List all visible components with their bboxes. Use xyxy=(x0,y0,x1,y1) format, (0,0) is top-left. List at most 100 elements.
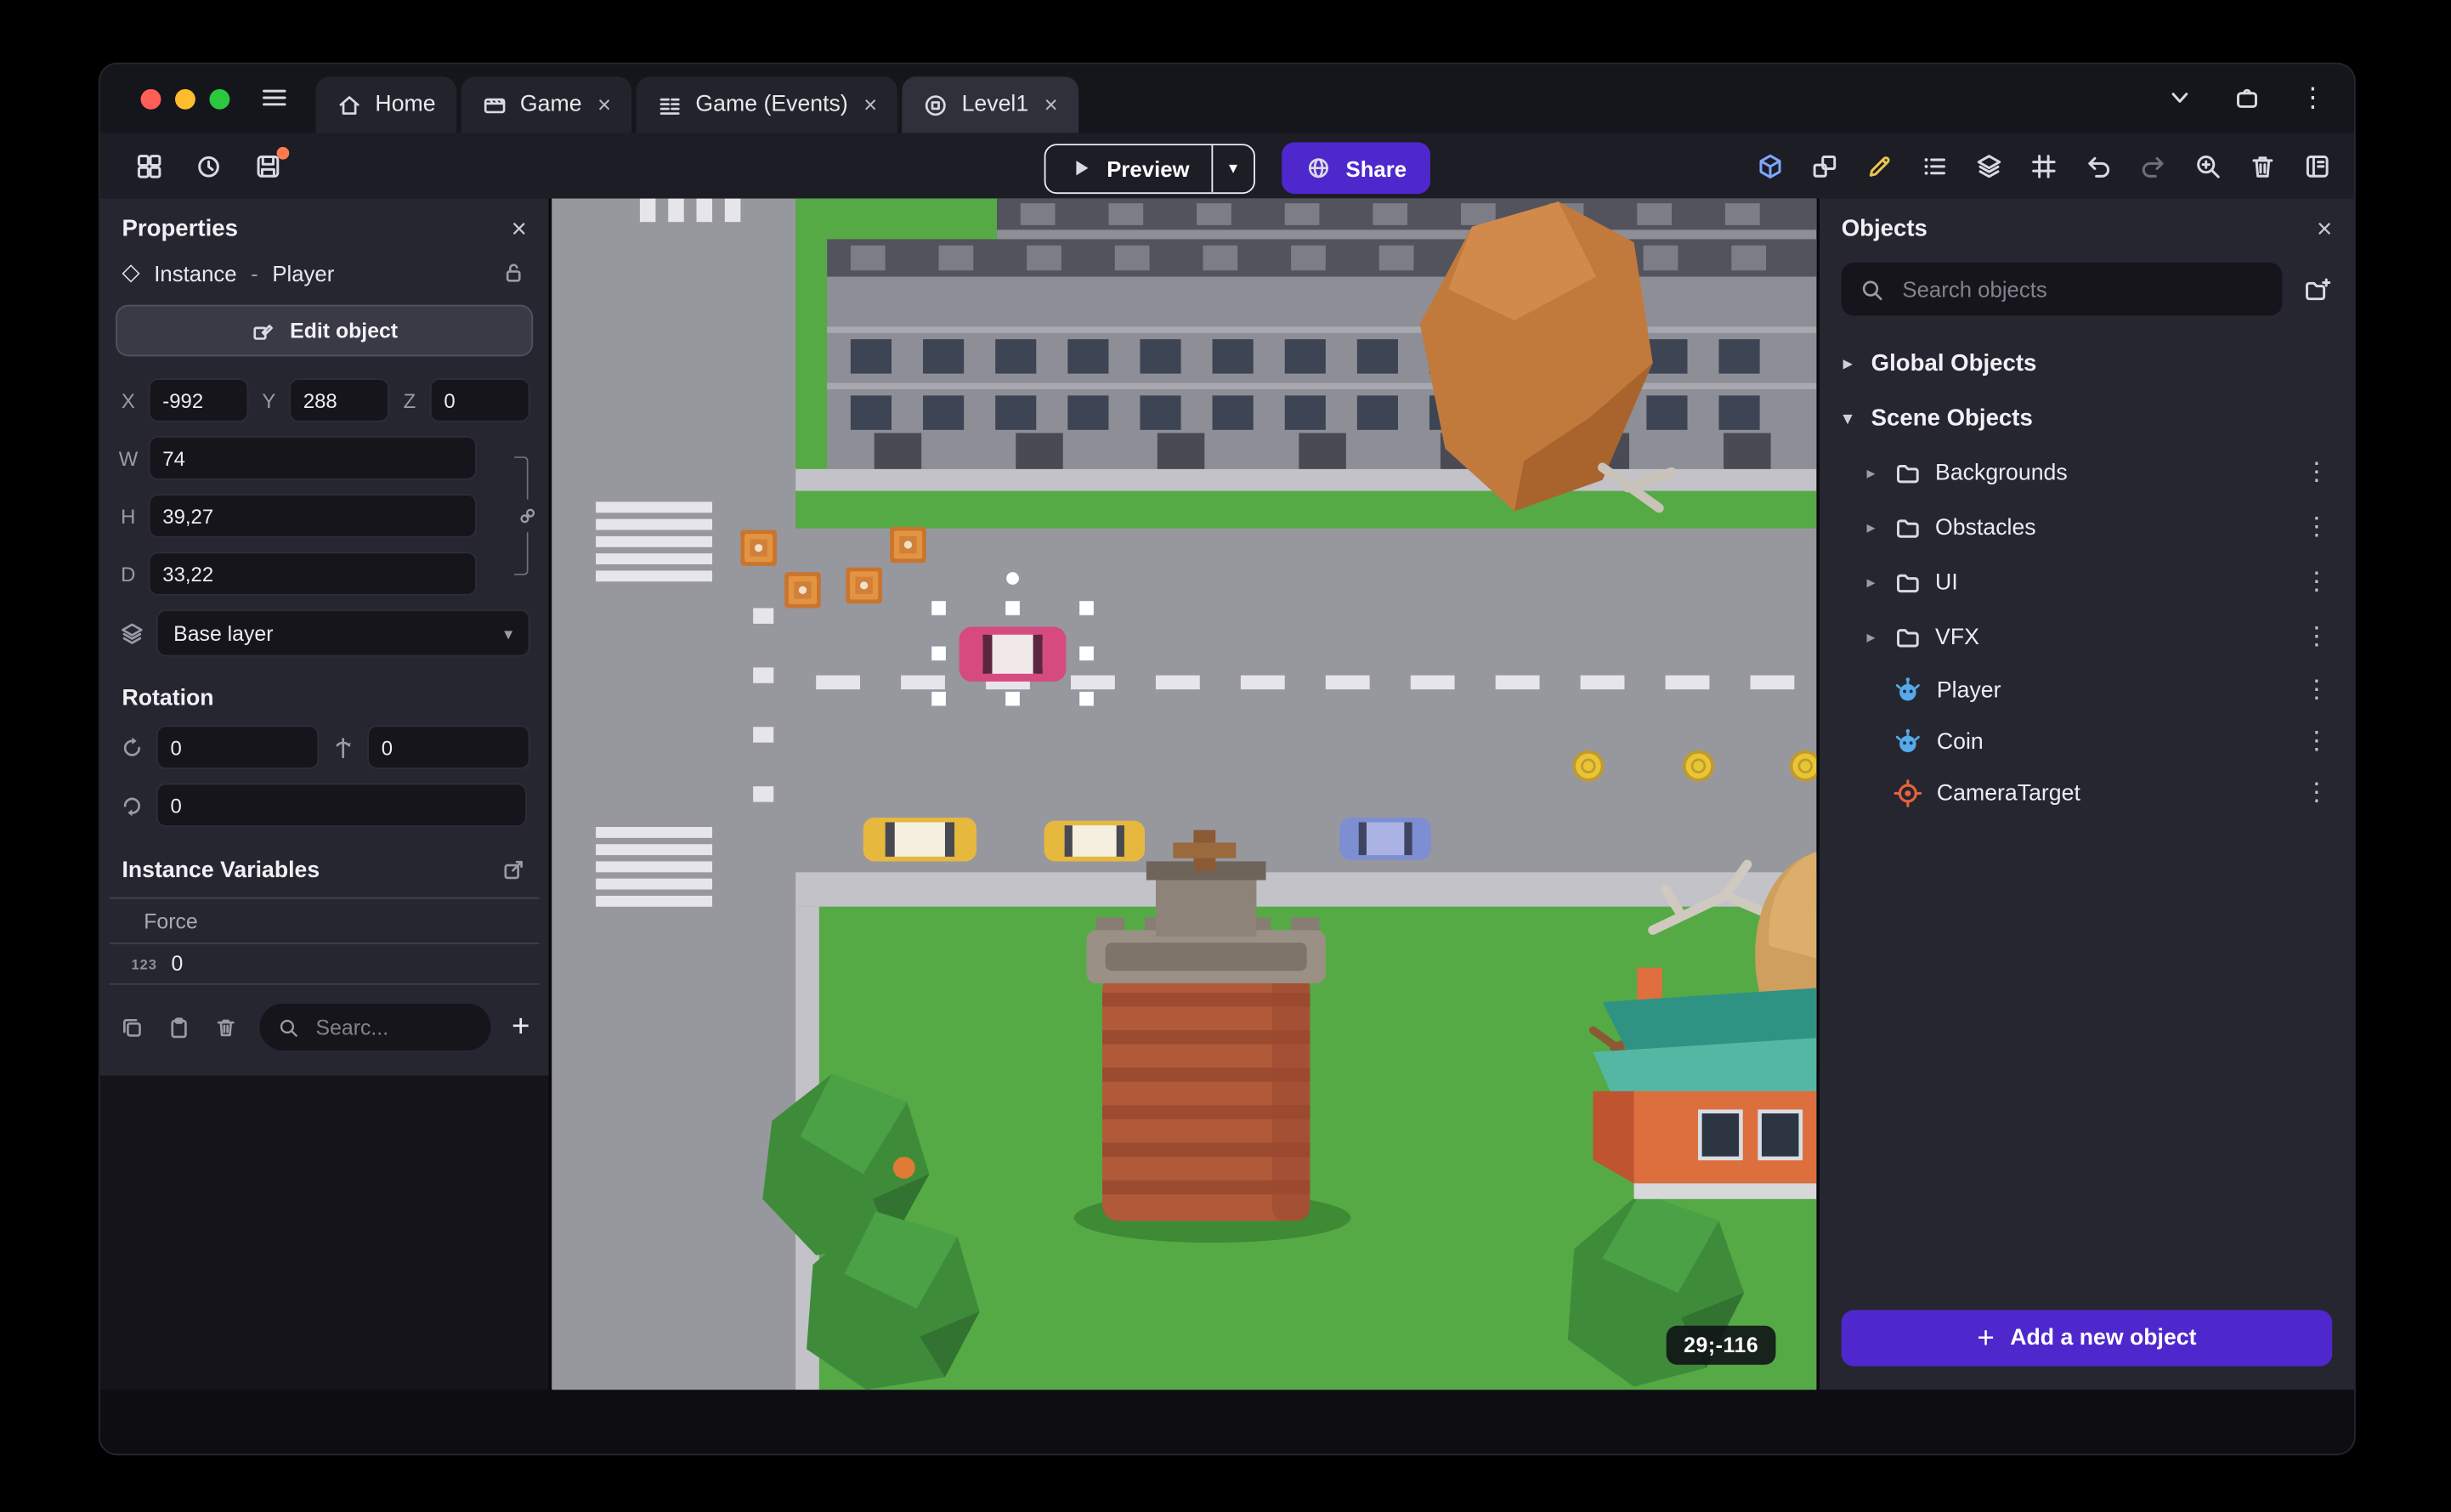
layout-panels-icon[interactable] xyxy=(134,150,164,180)
rotation-row-2 xyxy=(100,783,549,827)
variables-toolbar: + xyxy=(100,985,549,1069)
width-input[interactable] xyxy=(148,436,477,480)
kebab-menu-icon[interactable]: ⋮ xyxy=(2300,84,2326,110)
delete-variable-icon[interactable] xyxy=(212,1014,239,1040)
variables-search-input[interactable] xyxy=(312,1013,454,1041)
y-input[interactable] xyxy=(289,378,389,422)
object-row-coin[interactable]: Coin ⋮ xyxy=(1820,716,2354,767)
tab-game-events[interactable]: Game (Events) × xyxy=(636,76,898,133)
global-objects-section[interactable]: ▸ Global Objects xyxy=(1820,336,2354,390)
kebab-menu-icon[interactable]: ⋮ xyxy=(2291,514,2341,540)
kebab-menu-icon[interactable]: ⋮ xyxy=(2291,677,2341,702)
variable-name-cell[interactable]: Force xyxy=(109,899,540,944)
redo-icon[interactable] xyxy=(2138,150,2168,180)
rotation-row-1 xyxy=(100,725,549,769)
add-variable-button[interactable]: + xyxy=(512,1011,529,1043)
edit-object-icon xyxy=(254,325,274,340)
kebab-menu-icon[interactable]: ⋮ xyxy=(2291,460,2341,485)
folder-row-obstacles[interactable]: ▸ Obstacles ⋮ xyxy=(1820,501,2354,555)
history-icon[interactable] xyxy=(194,150,224,180)
house xyxy=(1593,967,1817,1199)
kebab-menu-icon[interactable]: ⋮ xyxy=(2291,780,2341,806)
height-input[interactable] xyxy=(148,494,477,538)
preview-options-caret[interactable]: ▾ xyxy=(1211,144,1254,192)
minimize-window-button[interactable] xyxy=(175,88,195,110)
close-panel-icon[interactable]: × xyxy=(512,216,527,242)
variable-value: 0 xyxy=(171,952,184,976)
close-tab-icon[interactable]: × xyxy=(1041,93,1058,116)
objects-search-input[interactable] xyxy=(1899,275,2266,303)
rotation-y-input[interactable] xyxy=(367,725,530,769)
scene-render[interactable] xyxy=(552,198,1817,1390)
unlock-icon xyxy=(506,263,521,282)
h-label: H xyxy=(121,504,136,528)
object-row-cameratarget[interactable]: CameraTarget ⋮ xyxy=(1820,767,2354,819)
maximize-window-button[interactable] xyxy=(209,88,230,110)
object-row-player[interactable]: Player ⋮ xyxy=(1820,665,2354,716)
folder-icon xyxy=(1897,465,1919,484)
variable-value-cell[interactable]: 123 0 xyxy=(109,944,540,985)
close-tab-icon[interactable]: × xyxy=(860,93,877,116)
open-variables-editor-button[interactable] xyxy=(501,857,527,883)
paste-icon[interactable] xyxy=(166,1014,192,1040)
copy-icon[interactable] xyxy=(119,1014,145,1040)
lock-aspect-ratio-button[interactable] xyxy=(515,499,540,533)
instances-icon[interactable] xyxy=(1810,150,1840,180)
close-window-button[interactable] xyxy=(140,88,161,110)
close-tab-icon[interactable]: × xyxy=(594,93,611,116)
folder-label: UI xyxy=(1935,569,1958,595)
objects-search-box[interactable] xyxy=(1841,263,2283,316)
trash-icon[interactable] xyxy=(2248,150,2278,180)
properties-list-icon[interactable] xyxy=(1920,150,1950,180)
folder-row-vfx[interactable]: ▸ VFX ⋮ xyxy=(1820,609,2354,664)
edit-object-button[interactable]: Edit object xyxy=(116,304,534,357)
zoom-in-icon[interactable] xyxy=(2193,150,2223,180)
tab-level1[interactable]: Level1 × xyxy=(902,76,1078,133)
z-input[interactable] xyxy=(429,378,530,422)
3d-view-icon[interactable] xyxy=(1756,150,1786,180)
chevron-right-icon: ▸ xyxy=(1866,518,1876,538)
objects-panel: Objects × ▸ Global Objects ▾ Scene Objec… xyxy=(1816,198,2354,1390)
kebab-menu-icon[interactable]: ⋮ xyxy=(2291,728,2341,754)
depth-input[interactable] xyxy=(148,552,477,596)
undo-icon[interactable] xyxy=(2084,150,2114,180)
save-button[interactable] xyxy=(253,145,290,180)
extensions-icon[interactable] xyxy=(2233,82,2262,112)
x-input[interactable] xyxy=(148,378,249,422)
z-label: Z xyxy=(403,388,416,412)
hamburger-icon xyxy=(263,89,286,106)
rotation-x-input[interactable] xyxy=(156,725,320,769)
d-label: D xyxy=(121,562,136,586)
camera-target-icon xyxy=(1893,779,1922,807)
tab-game[interactable]: Game × xyxy=(461,76,631,133)
rotation-z-input[interactable] xyxy=(156,783,527,827)
scene-objects-section[interactable]: ▾ Scene Objects xyxy=(1820,391,2354,445)
x-label: X xyxy=(121,388,135,412)
add-folder-icon[interactable] xyxy=(2302,275,2332,304)
variables-table: Force 123 0 xyxy=(109,897,540,985)
folder-row-backgrounds[interactable]: ▸ Backgrounds ⋮ xyxy=(1820,445,2354,500)
traffic-lights xyxy=(140,88,230,110)
folder-icon xyxy=(1897,629,1919,648)
add-new-object-button[interactable]: + Add a new object xyxy=(1841,1310,2333,1367)
folder-row-ui[interactable]: ▸ UI ⋮ xyxy=(1820,555,2354,609)
kebab-menu-icon[interactable]: ⋮ xyxy=(2291,624,2341,649)
grid-icon[interactable] xyxy=(2029,150,2058,180)
editor-settings-icon[interactable] xyxy=(2302,150,2332,180)
search-icon xyxy=(280,1018,297,1036)
close-panel-icon[interactable]: × xyxy=(2317,216,2332,242)
tab-home[interactable]: Home xyxy=(315,76,456,133)
chevron-down-icon[interactable] xyxy=(2165,82,2194,112)
preview-button[interactable]: Preview ▾ xyxy=(1044,143,1255,194)
main-menu-button[interactable] xyxy=(259,82,289,112)
titlebar: Home Game × Game (Events) × Level1 × ⋮ xyxy=(99,64,2354,133)
lock-toggle[interactable] xyxy=(501,259,527,286)
layer-select[interactable]: Base layer ▾ xyxy=(156,609,530,657)
share-button[interactable]: Share xyxy=(1282,142,1430,195)
layers-icon[interactable] xyxy=(1974,150,2004,180)
kebab-menu-icon[interactable]: ⋮ xyxy=(2291,569,2341,594)
variables-search-box[interactable] xyxy=(259,1003,492,1051)
toolbar-right xyxy=(1756,150,2333,180)
scene-editor-canvas[interactable]: 29;-116 xyxy=(552,198,1817,1390)
edit-mode-pencil-icon[interactable] xyxy=(1865,150,1894,180)
